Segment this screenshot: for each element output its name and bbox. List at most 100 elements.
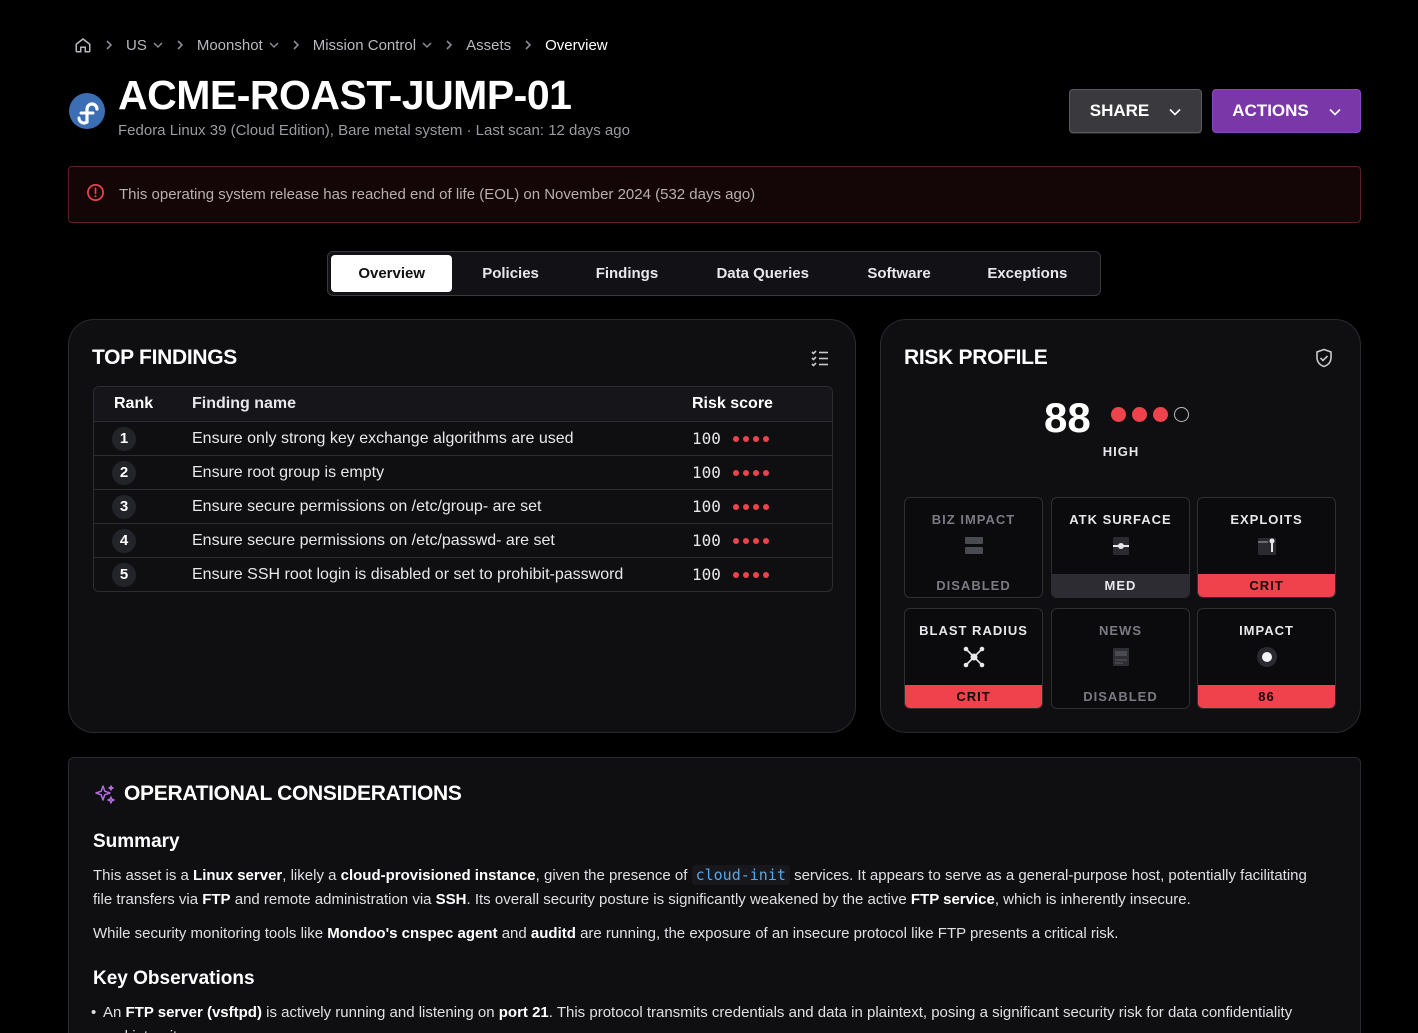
risk-tile-biz-impact[interactable]: BIZ IMPACT DISABLED	[904, 497, 1043, 598]
risk-tile-blast-radius[interactable]: BLAST RADIUS CRIT	[904, 608, 1043, 709]
tile-label: BIZ IMPACT	[931, 512, 1016, 527]
summary-heading: Summary	[93, 831, 180, 852]
risk-score-dots	[732, 537, 769, 544]
breadcrumb-label: Mission Control	[312, 36, 417, 54]
tab-overview[interactable]: Overview	[331, 255, 453, 292]
table-row[interactable]: 4 Ensure secure permissions on /etc/pass…	[94, 523, 832, 557]
actions-button-label: ACTIONS	[1232, 101, 1309, 120]
breadcrumb: US Moonshot Mission Control Assets Overv…	[74, 35, 608, 55]
risk-level-label: HIGH	[1102, 444, 1140, 459]
chevron-right-icon	[444, 39, 454, 51]
risk-score-value: 100	[692, 531, 721, 550]
tile-value: CRIT	[905, 685, 1042, 708]
rank-badge: 1	[112, 426, 136, 451]
tab-exceptions[interactable]: Exceptions	[958, 255, 1097, 292]
top-findings-title: TOP FINDINGS	[92, 346, 237, 369]
tile-label: BLAST RADIUS	[919, 623, 1028, 638]
chevron-down-icon	[153, 41, 163, 49]
tile-label: EXPLOITS	[1230, 512, 1303, 527]
breadcrumb-label: US	[126, 36, 147, 54]
share-button[interactable]: SHARE	[1069, 89, 1202, 133]
breadcrumb-item-org[interactable]: Moonshot	[197, 37, 279, 54]
breadcrumb-item-space[interactable]: Mission Control	[313, 37, 432, 54]
column-header-score: Risk score	[692, 395, 773, 412]
risk-score-value: 100	[692, 429, 721, 448]
server-icon	[962, 534, 986, 558]
tab-bar: Overview Policies Findings Data Queries …	[327, 251, 1101, 296]
blast-radius-icon	[962, 645, 986, 669]
rank-badge: 3	[112, 494, 136, 519]
chevron-right-icon	[104, 39, 114, 51]
chevron-down-icon	[1329, 101, 1341, 121]
risk-score-dots	[732, 435, 769, 442]
chevron-down-icon	[422, 41, 432, 49]
breadcrumb-item-current: Overview	[545, 37, 608, 54]
tile-value: MED	[1052, 574, 1189, 597]
breadcrumb-label: Assets	[466, 36, 512, 54]
table-row[interactable]: 2 Ensure root group is empty 100	[94, 455, 832, 489]
eol-warning-banner: This operating system release has reache…	[68, 166, 1361, 223]
actions-button[interactable]: ACTIONS	[1212, 89, 1361, 133]
chevron-right-icon	[291, 39, 301, 51]
checklist-icon[interactable]	[809, 347, 831, 369]
home-icon[interactable]	[74, 36, 92, 54]
eol-warning-text: This operating system release has reache…	[119, 186, 756, 203]
table-row[interactable]: 1 Ensure only strong key exchange algori…	[94, 421, 832, 455]
risk-level-dots	[1111, 407, 1189, 422]
risk-score: 88	[1044, 394, 1091, 441]
risk-profile-title: RISK PROFILE	[904, 346, 1048, 369]
key-observations-heading: Key Observations	[93, 968, 255, 989]
tab-findings[interactable]: Findings	[569, 255, 685, 292]
share-button-label: SHARE	[1089, 101, 1150, 120]
finding-name: Ensure secure permissions on /etc/group-…	[192, 497, 542, 515]
risk-tile-exploits[interactable]: EXPLOITS CRIT	[1197, 497, 1336, 598]
column-header-name: Finding name	[192, 395, 296, 412]
table-header-row: Rank Finding name Risk score	[94, 387, 832, 421]
tab-data-queries[interactable]: Data Queries	[685, 255, 840, 292]
rank-badge: 5	[112, 562, 136, 587]
chevron-down-icon	[269, 41, 279, 49]
breadcrumb-item-assets[interactable]: Assets	[466, 37, 511, 54]
breadcrumb-label: Moonshot	[196, 36, 263, 54]
sparkles-icon	[93, 783, 117, 807]
chevron-right-icon	[523, 39, 533, 51]
chevron-right-icon	[175, 39, 185, 51]
risk-score-value: 100	[692, 497, 721, 516]
impact-icon	[1255, 645, 1279, 669]
table-row[interactable]: 3 Ensure secure permissions on /etc/grou…	[94, 489, 832, 523]
top-findings-card: TOP FINDINGS Rank Finding name Risk scor…	[68, 319, 856, 733]
risk-score-dots	[732, 469, 769, 476]
tile-value: DISABLED	[1083, 689, 1158, 704]
breadcrumb-label: Overview	[545, 36, 608, 54]
tile-value: 86	[1198, 685, 1335, 708]
breadcrumb-item-region[interactable]: US	[126, 37, 163, 54]
news-icon	[1109, 645, 1133, 669]
risk-profile-card: RISK PROFILE 88 HIGH BIZ IMPACT DISABLED…	[880, 319, 1361, 733]
tile-label: NEWS	[1099, 623, 1142, 638]
risk-score-value: 100	[692, 565, 721, 584]
tile-label: IMPACT	[1239, 623, 1294, 638]
summary-paragraph-1: This asset is a Linux server, likely a c…	[93, 865, 1307, 908]
tab-policies[interactable]: Policies	[452, 255, 568, 292]
finding-name: Ensure root group is empty	[192, 463, 385, 481]
risk-score-dots	[732, 503, 769, 510]
tab-software[interactable]: Software	[840, 255, 957, 292]
tile-value: CRIT	[1198, 574, 1335, 597]
finding-name: Ensure only strong key exchange algorith…	[192, 429, 574, 447]
fedora-logo-icon	[68, 92, 106, 130]
page-title: ACME-ROAST-JUMP-01	[118, 72, 572, 118]
chevron-down-icon	[1169, 101, 1181, 121]
shield-check-icon	[1313, 347, 1335, 369]
risk-tile-impact[interactable]: IMPACT 86	[1197, 608, 1336, 709]
rank-badge: 2	[112, 460, 136, 485]
rank-badge: 4	[112, 528, 136, 553]
table-row[interactable]: 5 Ensure SSH root login is disabled or s…	[94, 557, 832, 591]
observation-item: An FTP server (vsftpd) is actively runni…	[91, 1001, 1303, 1033]
asset-subtitle: Fedora Linux 39 (Cloud Edition), Bare me…	[118, 122, 630, 139]
risk-tile-news[interactable]: NEWS DISABLED	[1051, 608, 1190, 709]
finding-name: Ensure secure permissions on /etc/passwd…	[192, 531, 555, 549]
column-header-rank: Rank	[114, 395, 154, 412]
tile-label: ATK SURFACE	[1069, 512, 1172, 527]
alert-circle-icon	[86, 183, 105, 206]
risk-tile-atk-surface[interactable]: ATK SURFACE MED	[1051, 497, 1190, 598]
